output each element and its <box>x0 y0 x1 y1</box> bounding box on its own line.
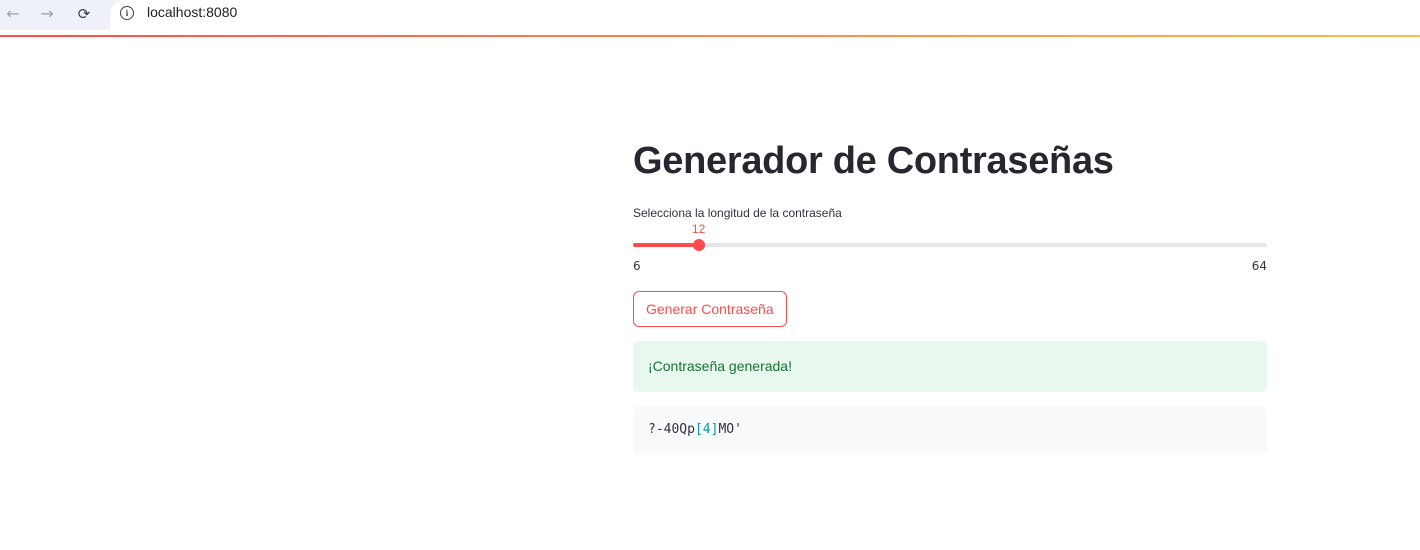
slider-max-label: 64 <box>1251 259 1267 273</box>
password-part: [ <box>694 422 703 437</box>
browser-toolbar: ← → ⟳ i localhost:8080 <box>0 0 1420 30</box>
reload-icon[interactable]: ⟳ <box>73 3 95 25</box>
url-text[interactable]: localhost:8080 <box>147 4 237 20</box>
password-part: 4 <box>702 422 711 437</box>
slider-min-label: 6 <box>633 259 641 273</box>
slider-fill <box>633 243 699 247</box>
address-bar[interactable]: i localhost:8080 <box>110 0 1420 30</box>
slider-label: Selecciona la longitud de la contraseña <box>633 206 842 220</box>
success-message: ¡Contraseña generada! <box>648 358 792 374</box>
generate-password-button[interactable]: Generar Contraseña <box>633 291 787 327</box>
password-length-slider[interactable] <box>633 239 1267 251</box>
site-info-icon[interactable]: i <box>120 6 134 20</box>
forward-arrow-icon[interactable]: → <box>36 3 58 25</box>
page-title: Generador de Contraseñas <box>633 140 1114 182</box>
app-decoration-bar <box>0 35 1420 37</box>
back-arrow-icon[interactable]: ← <box>2 3 24 25</box>
password-part: ?-40Qp <box>648 422 695 437</box>
success-alert: ¡Contraseña generada! <box>633 341 1267 392</box>
slider-thumb[interactable] <box>692 239 705 251</box>
password-code-block: ?-40Qp[4]MO' <box>633 406 1267 455</box>
slider-current-value: 12 <box>691 222 706 236</box>
generated-password[interactable]: ?-40Qp[4]MO' <box>648 422 742 437</box>
password-part: MO' <box>718 422 742 437</box>
